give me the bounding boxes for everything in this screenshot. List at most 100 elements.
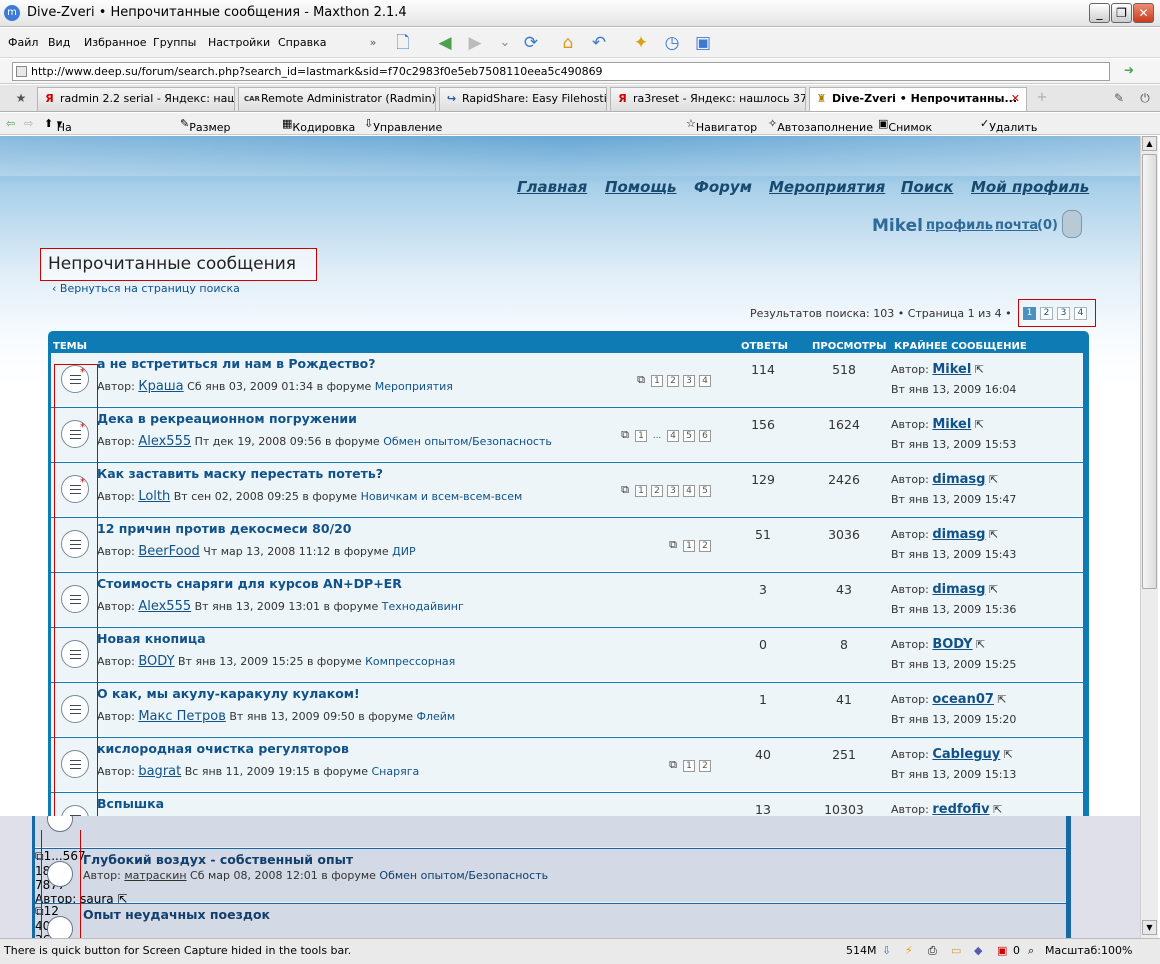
- topic-page-link[interactable]: 1: [683, 540, 695, 552]
- menu-file[interactable]: Файл: [8, 36, 38, 49]
- forward-icon[interactable]: ▶: [462, 30, 488, 56]
- tab-ra3reset[interactable]: Яra3reset - Яндекс: нашлось 37...: [610, 87, 806, 111]
- topic-page-link[interactable]: 3: [683, 375, 695, 387]
- last-post-author[interactable]: BODY: [932, 637, 972, 652]
- screen-icon[interactable]: ▣: [690, 30, 716, 56]
- goto-post-icon[interactable]: ⇱: [985, 583, 998, 596]
- topic-author[interactable]: Lolth: [138, 489, 170, 504]
- forum-link[interactable]: Флейм: [416, 710, 455, 723]
- tab-rapidshare[interactable]: ↪ RapidShare: Easy Filehosting: [439, 87, 607, 111]
- topic-author[interactable]: Краша: [138, 379, 183, 394]
- nav-events[interactable]: Мероприятия: [769, 178, 885, 196]
- topic-title[interactable]: О как, мы акулу-каракулу кулаком!: [97, 686, 360, 701]
- page-4[interactable]: 4: [1074, 307, 1087, 320]
- topic-page-link[interactable]: 1: [635, 485, 647, 497]
- topic-page-link[interactable]: 2: [667, 375, 679, 387]
- topic-author[interactable]: матраскин: [124, 869, 186, 882]
- back-to-search-link[interactable]: ‹ Вернуться на страницу поиска: [52, 282, 240, 295]
- tab-remote-administrator[interactable]: CAR Remote Administrator (Radmin) ...: [238, 87, 436, 111]
- goto-post-icon[interactable]: ⇱: [971, 363, 984, 376]
- topic-title[interactable]: 12 причин против декосмеси 80/20: [97, 521, 351, 536]
- topic-title[interactable]: Глубокий воздух - собственный опыт: [83, 852, 353, 867]
- topic-page-link[interactable]: 4: [683, 485, 695, 497]
- menu-settings[interactable]: Настройки: [208, 36, 270, 49]
- up-level-link[interactable]: ⬆ На уровень вверх ▾: [44, 117, 104, 160]
- minimize-button[interactable]: _: [1089, 3, 1110, 23]
- dropdown-icon[interactable]: ⌄: [492, 30, 518, 56]
- topic-title[interactable]: Вспышка: [97, 796, 164, 811]
- zoom-icon[interactable]: ⌕: [1028, 944, 1034, 958]
- close-button[interactable]: ✕: [1133, 3, 1154, 23]
- topic-author[interactable]: BODY: [138, 654, 174, 669]
- goto-post-icon[interactable]: ⇱: [1000, 748, 1013, 761]
- goto-post-icon[interactable]: ⇱: [990, 803, 1002, 816]
- last-post-author[interactable]: dimasg: [932, 472, 985, 487]
- topic-page-link[interactable]: 2: [651, 485, 663, 497]
- mail-link[interactable]: почта: [995, 218, 1038, 233]
- screenshot-link[interactable]: ▣ Снимок экрана: [878, 117, 932, 147]
- profile-link[interactable]: профиль: [926, 218, 993, 233]
- username[interactable]: Mikel: [872, 216, 923, 236]
- goto-post-icon[interactable]: ⇱: [971, 418, 984, 431]
- flash-icon[interactable]: ⚡: [905, 944, 913, 957]
- topic-title[interactable]: а не встретиться ли нам в Рождество?: [97, 356, 376, 371]
- menu-view[interactable]: Вид: [48, 36, 70, 49]
- settings-icon[interactable]: ✎: [1106, 85, 1132, 111]
- history-icon[interactable]: ◷: [659, 30, 685, 56]
- goto-post-icon[interactable]: ⇱: [973, 638, 985, 651]
- download-icon[interactable]: ⇩: [882, 944, 891, 957]
- forum-link[interactable]: Мероприятия: [375, 380, 453, 393]
- nav-help[interactable]: Помощь: [605, 178, 677, 196]
- topic-page-link[interactable]: 4: [699, 375, 711, 387]
- nav-home[interactable]: Главная: [517, 178, 587, 196]
- topic-page-link[interactable]: 1: [683, 760, 695, 772]
- topic-page-link[interactable]: ...: [651, 431, 663, 443]
- menu-groups[interactable]: Группы: [153, 36, 196, 49]
- forum-link[interactable]: Обмен опытом/Безопасность: [379, 869, 548, 882]
- topic-author[interactable]: Alex555: [138, 599, 191, 614]
- topic-author[interactable]: Макс Петров: [138, 709, 226, 724]
- page-2[interactable]: 2: [1040, 307, 1053, 320]
- tab-radmin-serial[interactable]: Яradmin 2.2 serial - Яндекс: наш...: [37, 87, 235, 111]
- topic-page-link[interactable]: 5: [683, 430, 695, 442]
- zoom-level[interactable]: Масштаб:100%: [1045, 944, 1132, 957]
- scroll-down-icon[interactable]: ▼: [1142, 920, 1157, 935]
- nav-forum[interactable]: Форум: [694, 178, 752, 196]
- last-post-author[interactable]: dimasg: [932, 527, 985, 542]
- forum-link[interactable]: ДИР: [392, 545, 415, 558]
- goto-post-icon[interactable]: ⇱: [985, 473, 998, 486]
- home-icon[interactable]: ⌂: [555, 30, 581, 56]
- forward-small-icon[interactable]: ⇨: [24, 117, 33, 130]
- topic-author[interactable]: bagrat: [138, 764, 181, 779]
- download-manager-link[interactable]: ⇩ Управление загрузкой: [364, 117, 442, 147]
- topic-page-link[interactable]: 2: [699, 760, 711, 772]
- go-icon[interactable]: ➜: [1116, 57, 1142, 83]
- topic-title[interactable]: Как заставить маску перестать потеть?: [97, 466, 383, 481]
- topic-title[interactable]: Новая кнопица: [97, 631, 206, 646]
- clear-data-link[interactable]: ✓ Удалить хранимые данные...: [980, 117, 1048, 160]
- topic-title[interactable]: Опыт неудачных поездок: [83, 907, 270, 922]
- tab-dive-zveri[interactable]: ♜ Dive-Zveri • Непрочитанны... ✕: [809, 87, 1027, 111]
- print-icon[interactable]: ⎙: [928, 944, 937, 958]
- goto-post-icon[interactable]: ⇱: [985, 528, 998, 541]
- last-post-author[interactable]: Mikel: [932, 362, 971, 377]
- last-post-author[interactable]: ocean07: [932, 692, 994, 707]
- add-tab-icon[interactable]: +: [1029, 85, 1055, 111]
- refresh-icon[interactable]: ⟳: [518, 30, 544, 56]
- logout-icon[interactable]: [1062, 210, 1082, 238]
- scroll-thumb[interactable]: [1142, 154, 1157, 589]
- undo-icon[interactable]: ↶: [586, 30, 612, 56]
- last-post-author[interactable]: dimasg: [932, 582, 985, 597]
- vertical-scrollbar[interactable]: ▲ ▼: [1140, 136, 1158, 938]
- new-tab-icon[interactable]: 🗋: [390, 30, 416, 56]
- back-icon[interactable]: ◀: [432, 30, 458, 56]
- folder-icon[interactable]: ▭: [951, 944, 961, 957]
- toolbar-expand-icon[interactable]: »: [360, 30, 386, 56]
- topic-author[interactable]: Alex555: [138, 434, 191, 449]
- favorites-icon[interactable]: ★: [8, 85, 34, 111]
- close-tab-icon[interactable]: ✕: [1011, 88, 1020, 110]
- popup-blocker-icon[interactable]: ▣: [997, 944, 1007, 957]
- forum-link[interactable]: Компрессорная: [365, 655, 455, 668]
- topic-page-link[interactable]: 4: [667, 430, 679, 442]
- topic-page-link[interactable]: 2: [699, 540, 711, 552]
